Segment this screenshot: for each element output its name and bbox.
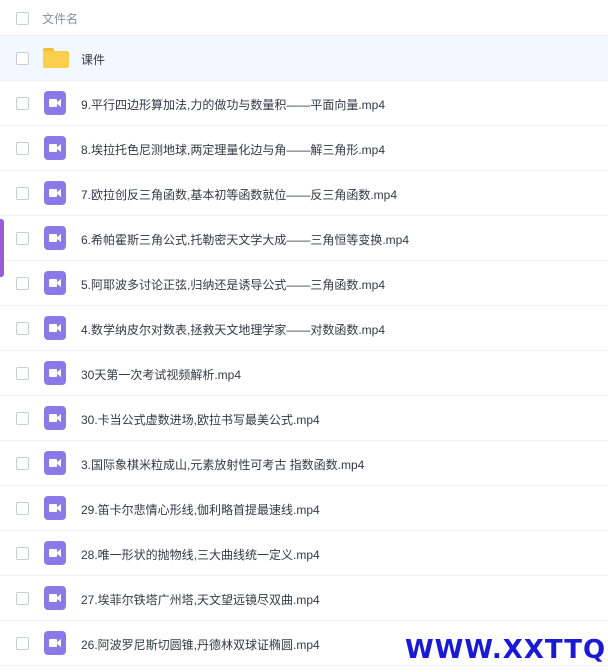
file-name[interactable]: 8.埃拉托色尼测地球,两定理量化边与角——解三角形.mp4: [81, 141, 385, 158]
video-file-icon: [43, 226, 69, 250]
file-name[interactable]: 29.笛卡尔悲情心形线,伽利略首提最速线.mp4: [81, 501, 320, 518]
file-row-checkbox[interactable]: [16, 457, 29, 470]
video-file-icon: [43, 586, 69, 610]
file-name[interactable]: 课件: [81, 51, 105, 68]
file-row-checkbox[interactable]: [16, 52, 29, 65]
file-name[interactable]: 30.卡当公式虚数进场,欧拉书写最美公式.mp4: [81, 411, 320, 428]
folder-icon: [43, 46, 69, 70]
column-header-filename[interactable]: 文件名: [42, 10, 78, 27]
video-file-icon: [43, 271, 69, 295]
select-all-checkbox[interactable]: [16, 12, 29, 25]
file-row-checkbox[interactable]: [16, 232, 29, 245]
video-file-icon: [43, 406, 69, 430]
file-list-header: 文件名: [0, 0, 608, 36]
video-file-icon: [43, 541, 69, 565]
file-name[interactable]: 27.埃菲尔铁塔广州塔,天文望远镜尽双曲.mp4: [81, 591, 320, 608]
video-file-icon: [43, 316, 69, 340]
file-row-checkbox[interactable]: [16, 592, 29, 605]
watermark: WWW.XXTTQ.COM: [405, 635, 608, 665]
video-file-icon: [43, 91, 69, 115]
file-row[interactable]: 9.平行四边形算加法,力的做功与数量积——平面向量.mp4: [0, 81, 608, 126]
file-row-checkbox[interactable]: [16, 187, 29, 200]
file-row[interactable]: 4.数学纳皮尔对数表,拯救天文地理学家——对数函数.mp4: [0, 306, 608, 351]
file-name[interactable]: 26.阿波罗尼斯切圆锥,丹德林双球证椭圆.mp4: [81, 636, 320, 653]
file-list: 课件 9.平行四边形算加法,力的做功与数量积——平面向量.mp4 8.埃拉托色尼测地…: [0, 36, 608, 666]
file-row[interactable]: 6.希帕霍斯三角公式,托勒密天文学大成——三角恒等变换.mp4: [0, 216, 608, 261]
video-file-icon: [43, 496, 69, 520]
file-row[interactable]: 27.埃菲尔铁塔广州塔,天文望远镜尽双曲.mp4: [0, 576, 608, 621]
file-row-checkbox[interactable]: [16, 412, 29, 425]
file-name[interactable]: 4.数学纳皮尔对数表,拯救天文地理学家——对数函数.mp4: [81, 321, 385, 338]
video-file-icon: [43, 451, 69, 475]
file-row-checkbox[interactable]: [16, 277, 29, 290]
file-row[interactable]: 30天第一次考试视频解析.mp4: [0, 351, 608, 396]
file-name[interactable]: 5.阿耶波多讨论正弦,归纳还是诱导公式——三角函数.mp4: [81, 276, 385, 293]
file-row[interactable]: 5.阿耶波多讨论正弦,归纳还是诱导公式——三角函数.mp4: [0, 261, 608, 306]
file-name[interactable]: 3.国际象棋米粒成山,元素放射性可考古 指数函数.mp4: [81, 456, 364, 473]
file-row[interactable]: 3.国际象棋米粒成山,元素放射性可考古 指数函数.mp4: [0, 441, 608, 486]
file-row[interactable]: 课件: [0, 36, 608, 81]
file-row-checkbox[interactable]: [16, 97, 29, 110]
file-name[interactable]: 30天第一次考试视频解析.mp4: [81, 366, 241, 383]
file-browser: 文件名 课件 9.平行四边形算加法,力的做功与数量积——平面向量.mp4 8.埃拉托…: [0, 0, 608, 672]
file-row-checkbox[interactable]: [16, 637, 29, 650]
file-row[interactable]: 28.唯一形状的抛物线,三大曲线统一定义.mp4: [0, 531, 608, 576]
file-row-checkbox[interactable]: [16, 142, 29, 155]
file-row-checkbox[interactable]: [16, 547, 29, 560]
video-file-icon: [43, 361, 69, 385]
video-file-icon: [43, 181, 69, 205]
video-file-icon: [43, 136, 69, 160]
file-name[interactable]: 6.希帕霍斯三角公式,托勒密天文学大成——三角恒等变换.mp4: [81, 231, 409, 248]
file-name[interactable]: 7.欧拉创反三角函数,基本初等函数就位——反三角函数.mp4: [81, 186, 397, 203]
file-row[interactable]: 8.埃拉托色尼测地球,两定理量化边与角——解三角形.mp4: [0, 126, 608, 171]
file-name[interactable]: 9.平行四边形算加法,力的做功与数量积——平面向量.mp4: [81, 96, 385, 113]
file-row[interactable]: 30.卡当公式虚数进场,欧拉书写最美公式.mp4: [0, 396, 608, 441]
file-row[interactable]: 7.欧拉创反三角函数,基本初等函数就位——反三角函数.mp4: [0, 171, 608, 216]
video-file-icon: [43, 631, 69, 655]
file-row-checkbox[interactable]: [16, 367, 29, 380]
file-row-checkbox[interactable]: [16, 502, 29, 515]
file-row-checkbox[interactable]: [16, 322, 29, 335]
side-accent-bar: [0, 219, 4, 277]
file-row[interactable]: 29.笛卡尔悲情心形线,伽利略首提最速线.mp4: [0, 486, 608, 531]
file-name[interactable]: 28.唯一形状的抛物线,三大曲线统一定义.mp4: [81, 546, 320, 563]
